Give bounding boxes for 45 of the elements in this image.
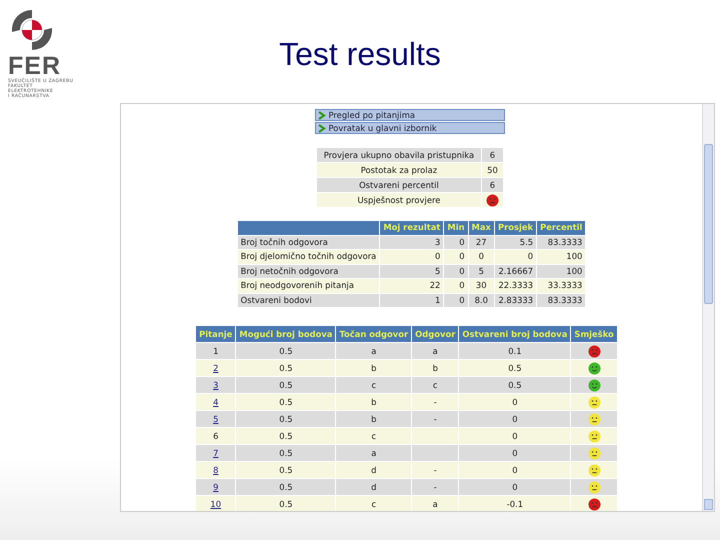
table-cell: 100 <box>536 250 586 264</box>
logo-wordmark: FER <box>8 54 61 79</box>
question-link[interactable]: 9 <box>213 482 218 492</box>
column-header: Točan odgovor <box>336 326 412 342</box>
column-header: Pitanje <box>196 326 236 342</box>
table-cell: 0 <box>444 293 468 308</box>
question-link[interactable]: 10 <box>210 498 222 509</box>
column-header: Smješko <box>570 326 618 342</box>
question-link[interactable]: 5 <box>213 414 218 424</box>
table-cell: 30 <box>468 278 494 293</box>
table-cell: 22.3333 <box>494 278 537 293</box>
column-header: Ostvareni broj bodova <box>458 326 571 342</box>
scroll-down-button[interactable] <box>704 499 713 510</box>
column-header: Odgovor <box>412 326 459 342</box>
menu-link[interactable]: Povratak u glavni izbornik <box>314 122 504 134</box>
question-link[interactable]: 8 <box>213 464 218 475</box>
scrollbar[interactable] <box>702 104 714 511</box>
row-label: Ostvareni bodovi <box>237 293 380 308</box>
column-header: Percentil <box>536 220 586 235</box>
table-cell: 8.0 <box>468 293 494 308</box>
table-cell: 83.3333 <box>536 293 586 308</box>
table-cell: 0 <box>494 250 537 264</box>
column-header: Moj rezultat <box>380 220 444 235</box>
row-label: Broj neodgovorenih pitanja <box>237 278 380 293</box>
summary-label: Uspješnost provjere <box>316 192 482 208</box>
table-cell: 0 <box>444 278 468 293</box>
table-cell: 22 <box>380 278 444 293</box>
menu-link[interactable]: Pregled po pitanjima <box>314 109 504 121</box>
column-header: Min <box>444 220 468 235</box>
table-cell: 2.83333 <box>494 293 537 308</box>
summary-label: Provjera ukupno obavila pristupnika <box>316 148 482 162</box>
column-header: Max <box>468 220 494 235</box>
table-cell: 0 <box>468 250 494 264</box>
scroll-thumb[interactable] <box>704 144 713 304</box>
table-cell: 0 <box>444 250 468 264</box>
row-label: Broj djelomično točnih odgovora <box>237 250 380 264</box>
column-header: Prosjek <box>494 220 537 235</box>
question-link[interactable]: 3 <box>213 380 218 390</box>
table-cell: 1 <box>380 293 444 308</box>
question-link[interactable]: 4 <box>213 396 218 407</box>
question-link[interactable]: 2 <box>213 362 218 373</box>
table-cell: 33.3333 <box>536 278 586 293</box>
column-header: Mogući broj bodova <box>236 326 336 342</box>
table-cell: 0 <box>380 250 444 264</box>
question-link[interactable]: 7 <box>213 448 218 458</box>
